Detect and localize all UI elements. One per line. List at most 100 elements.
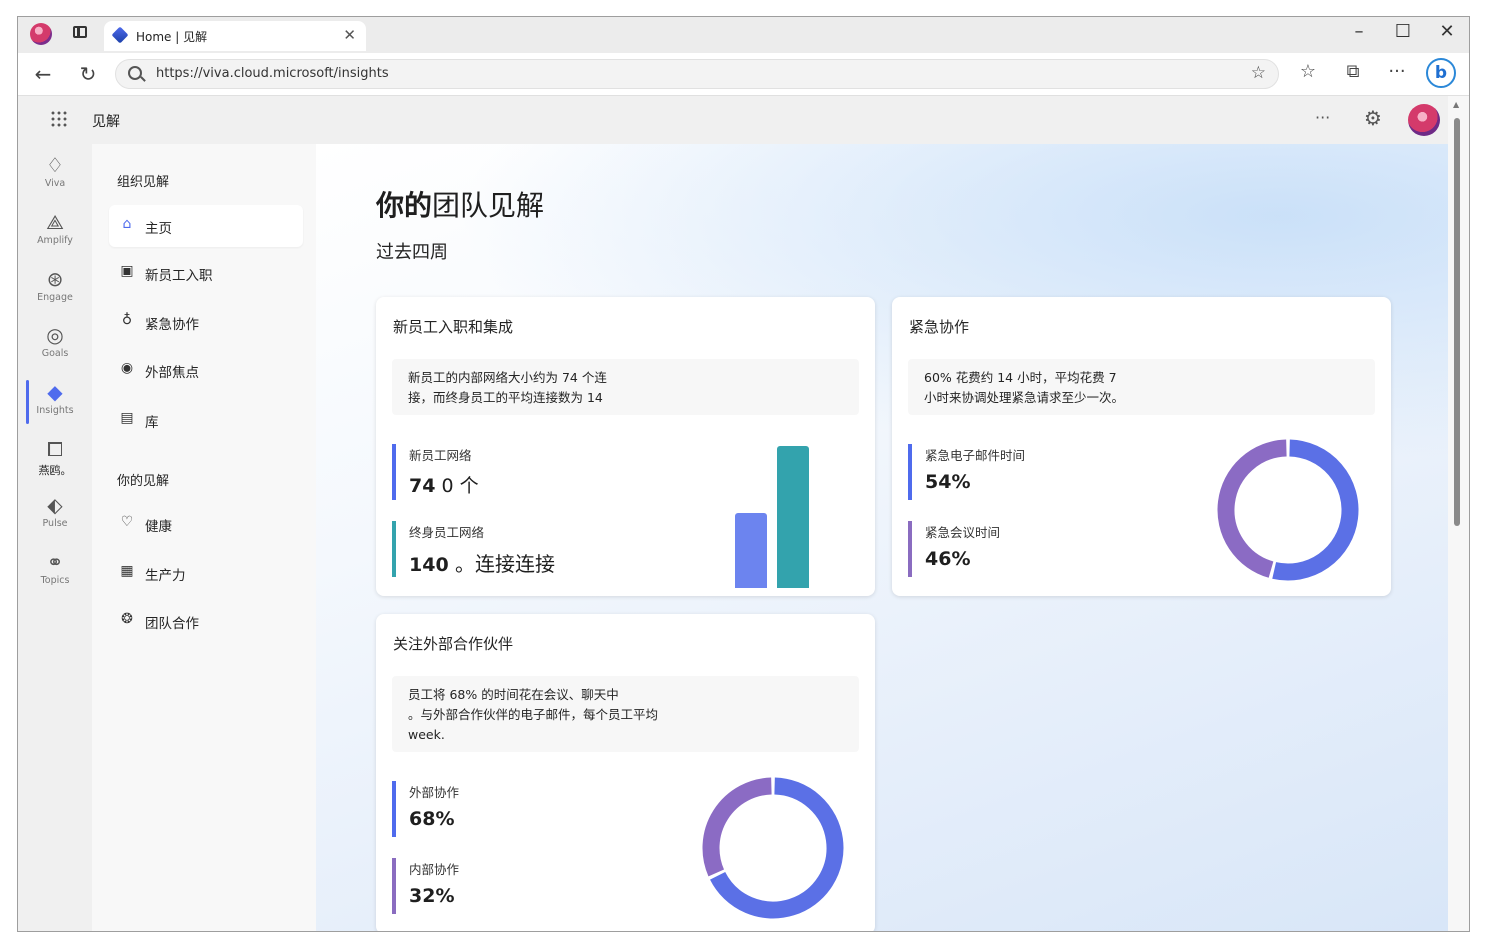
- browser-window: Home | 见解 ✕ – ☐ ✕ ← ↻ https://viva.cloud…: [17, 16, 1470, 932]
- nav-label: 健康: [145, 519, 172, 535]
- nav-item-urgent[interactable]: ♁ 紧急协作: [109, 301, 303, 343]
- bar-new-hire: [735, 513, 767, 588]
- rail-item-goals[interactable]: ◎ Goals: [18, 319, 92, 375]
- metric-value: 32%: [409, 885, 455, 907]
- rail-item-learning[interactable]: ⧠ 燕鸥。: [18, 433, 92, 489]
- donut-segment-primary: [1272, 439, 1359, 581]
- browser-tab[interactable]: Home | 见解 ✕: [104, 21, 366, 51]
- donut-chart-external: [702, 777, 844, 919]
- card-external-partners[interactable]: 关注外部合作伙伴 员工将 68% 的时间花在会议、聊天中 。与外部合作伙伴的电子…: [376, 614, 875, 931]
- metric-value: 74 0 个: [409, 471, 479, 498]
- tab-bar: Home | 见解 ✕ – ☐ ✕: [18, 17, 1469, 53]
- metric-label: 紧急电子邮件时间: [925, 448, 1026, 463]
- nav-label: 紧急协作: [145, 317, 199, 333]
- viva-icon: ♢: [46, 153, 64, 177]
- card-description: 员工将 68% 的时间花在会议、聊天中 。与外部合作伙伴的电子邮件，每个员工平均…: [392, 676, 859, 752]
- scroll-up-icon[interactable]: ▲: [1453, 100, 1459, 109]
- nav-item-library[interactable]: ▤ 库: [109, 399, 303, 441]
- nav-label: 外部焦点: [145, 365, 199, 381]
- nav-item-onboarding[interactable]: ▣ 新员工入职: [109, 252, 303, 294]
- browser-profile-icon[interactable]: [30, 23, 52, 45]
- nav-item-productivity[interactable]: ▦ 生产力: [109, 552, 303, 594]
- side-navigation: 组织见解 ⌂ 主页 ▣ 新员工入职 ♁ 紧急协作 ◉ 外部焦点 ▤ 库 你的见解…: [92, 144, 316, 931]
- donut-segment-secondary: [702, 777, 772, 877]
- metric-value: 46%: [925, 548, 971, 570]
- rail-label: Viva: [44, 178, 66, 189]
- app-launcher-icon[interactable]: [50, 110, 68, 128]
- rail-label: Pulse: [42, 518, 68, 529]
- search-icon: [128, 66, 142, 80]
- rail-item-engage[interactable]: ⊛ Engage: [18, 263, 92, 319]
- page-subtitle: 过去四周: [376, 242, 448, 263]
- card-title: 紧急协作: [909, 318, 970, 336]
- maximize-icon[interactable]: ☐: [1388, 21, 1418, 42]
- home-icon: ⌂: [122, 216, 132, 232]
- rail-item-pulse[interactable]: ⬖ Pulse: [18, 489, 92, 545]
- more-icon[interactable]: ···: [1384, 61, 1410, 82]
- metric-label: 终身员工网络: [409, 525, 485, 540]
- metric-tenured-network: 终身员工网络 140 。连接连接: [392, 521, 555, 577]
- nav-item-home[interactable]: ⌂ 主页: [109, 205, 303, 247]
- metric-value: 68%: [409, 808, 455, 830]
- back-icon[interactable]: ←: [31, 62, 55, 86]
- desc-line: week.: [408, 727, 445, 742]
- card-description: 新员工的内部网络大小约为 74 个连 接，而终身员工的平均连接数为 14: [392, 359, 859, 415]
- nav-item-teamwork[interactable]: ❂ 团队合作: [109, 600, 303, 642]
- rail-label: 燕鸥。: [38, 464, 72, 477]
- metric-value: 140 。连接连接: [409, 548, 555, 577]
- metric-new-hire-network: 新员工网络 74 0 个: [392, 444, 479, 500]
- insights-icon: ◆: [47, 380, 63, 404]
- minimize-icon[interactable]: –: [1344, 21, 1374, 42]
- refresh-icon[interactable]: ↻: [76, 62, 100, 86]
- nav-item-external[interactable]: ◉ 外部焦点: [109, 349, 303, 391]
- app-title: 见解: [92, 114, 120, 130]
- desc-line: 员工将 68% 的时间花在会议、聊天中: [408, 687, 619, 702]
- tab-actions-icon[interactable]: [73, 26, 87, 38]
- viva-favicon-icon: [111, 26, 129, 44]
- metric-external-collab: 外部协作 68%: [392, 781, 459, 837]
- add-favorite-icon[interactable]: ☆: [1251, 63, 1266, 83]
- collections-icon[interactable]: ⧉: [1340, 61, 1366, 82]
- nav-item-health[interactable]: ♡ 健康: [109, 503, 303, 545]
- card-title: 关注外部合作伙伴: [393, 635, 514, 653]
- rail-item-insights[interactable]: ◆ Insights: [18, 376, 92, 432]
- copilot-icon[interactable]: b: [1426, 58, 1456, 88]
- card-urgent-collaboration[interactable]: 紧急协作 60% 花费约 14 小时，平均花费 7 小时来协调处理紧急请求至少一…: [892, 297, 1391, 596]
- scrollbar-thumb[interactable]: [1454, 118, 1460, 526]
- card-onboarding[interactable]: 新员工入职和集成 新员工的内部网络大小约为 74 个连 接，而终身员工的平均连接…: [376, 297, 875, 596]
- tab-close-icon[interactable]: ✕: [343, 26, 356, 44]
- rail-item-topics[interactable]: ⚭ Topics: [18, 546, 92, 602]
- favorites-icon[interactable]: ☆: [1295, 61, 1321, 82]
- more-options-icon[interactable]: ···: [1315, 108, 1330, 127]
- url-text: https://viva.cloud.microsoft/insights: [156, 66, 389, 81]
- metric-value: 54%: [925, 471, 971, 493]
- page-title: 你的团队见解: [376, 184, 544, 224]
- donut-segment-secondary: [1217, 439, 1287, 578]
- amplify-icon: ⟁: [46, 210, 64, 234]
- pulse-icon: ⬖: [47, 493, 63, 517]
- tab-title: Home | 见解: [136, 30, 208, 44]
- metric-urgent-email: 紧急电子邮件时间 54%: [908, 444, 1025, 500]
- teamwork-icon: ❂: [121, 611, 133, 627]
- nav-label: 主页: [145, 221, 172, 237]
- app-rail: ♢ Viva ⟁ Amplify ⊛ Engage ◎ Goals ◆ Insi…: [18, 144, 92, 931]
- rail-label: Goals: [41, 348, 69, 359]
- rail-label: Topics: [40, 575, 70, 586]
- desc-line: 接，而终身员工的平均连接数为 14: [408, 390, 603, 405]
- rail-label: Amplify: [37, 235, 73, 246]
- external-focus-icon: ◉: [120, 360, 134, 376]
- user-avatar[interactable]: [1408, 104, 1440, 136]
- page-title-bold: 你的: [376, 189, 433, 222]
- settings-gear-icon[interactable]: ⚙: [1364, 106, 1382, 130]
- nav-label: 生产力: [145, 568, 186, 584]
- metric-urgent-meeting: 紧急会议时间 46%: [908, 521, 1000, 577]
- metric-internal-collab: 内部协作 32%: [392, 858, 459, 914]
- close-window-icon[interactable]: ✕: [1432, 21, 1462, 42]
- page-scrollbar[interactable]: ▲: [1448, 96, 1468, 931]
- rail-item-viva[interactable]: ♢ Viva: [18, 149, 92, 205]
- rail-label: Insights: [36, 405, 74, 416]
- rail-item-amplify[interactable]: ⟁ Amplify: [18, 206, 92, 262]
- nav-label: 库: [145, 415, 159, 431]
- url-input[interactable]: https://viva.cloud.microsoft/insights ☆: [115, 59, 1279, 89]
- address-bar-row: ← ↻ https://viva.cloud.microsoft/insight…: [18, 53, 1469, 96]
